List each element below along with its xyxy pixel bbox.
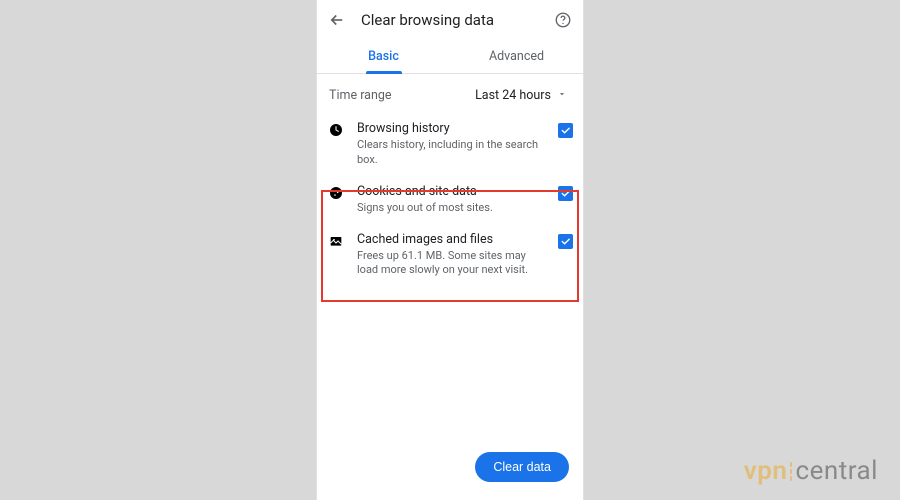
bottom-bar: Clear data xyxy=(317,442,583,500)
tab-label: Advanced xyxy=(489,49,544,64)
brand-part1: vpn xyxy=(744,456,788,486)
page-title: Clear browsing data xyxy=(361,11,539,29)
image-icon xyxy=(325,232,347,249)
options-list: Browsing history Clears history, includi… xyxy=(317,113,583,286)
tab-label: Basic xyxy=(368,49,399,64)
checkbox-cookies[interactable] xyxy=(558,186,573,201)
time-range-selector[interactable]: Time range Last 24 hours xyxy=(317,74,583,113)
option-description: Signs you out of most sites. xyxy=(357,201,548,216)
clock-icon xyxy=(325,121,347,138)
clear-data-button[interactable]: Clear data xyxy=(475,452,569,482)
app-bar: Clear browsing data xyxy=(317,0,583,40)
checkbox-cache[interactable] xyxy=(558,234,573,249)
option-description: Clears history, including in the search … xyxy=(357,138,548,168)
cookie-icon xyxy=(325,184,347,201)
help-icon xyxy=(554,11,572,29)
brand-part2: central xyxy=(795,456,878,486)
brand-separator-icon xyxy=(790,462,792,481)
option-browsing-history[interactable]: Browsing history Clears history, includi… xyxy=(321,113,579,176)
tab-basic[interactable]: Basic xyxy=(317,40,450,73)
help-button[interactable] xyxy=(553,10,573,30)
time-range-label: Time range xyxy=(329,88,475,103)
option-cookies[interactable]: Cookies and site data Signs you out of m… xyxy=(321,176,579,224)
tab-advanced[interactable]: Advanced xyxy=(450,40,583,73)
back-button[interactable] xyxy=(327,10,347,30)
check-icon xyxy=(560,188,571,199)
clear-browsing-data-screen: Clear browsing data Basic Advanced Time … xyxy=(316,0,584,500)
checkbox-browsing-history[interactable] xyxy=(558,123,573,138)
option-title: Cookies and site data xyxy=(357,184,548,199)
option-title: Cached images and files xyxy=(357,232,548,247)
check-icon xyxy=(560,236,571,247)
chevron-down-icon xyxy=(557,88,567,103)
option-cache[interactable]: Cached images and files Frees up 61.1 MB… xyxy=(321,224,579,287)
option-description: Frees up 61.1 MB. Some sites may load mo… xyxy=(357,249,548,279)
check-icon xyxy=(560,125,571,136)
watermark-logo: vpn central xyxy=(744,456,878,486)
arrow-left-icon xyxy=(328,11,346,29)
tab-bar: Basic Advanced xyxy=(317,40,583,74)
time-range-value: Last 24 hours xyxy=(475,88,551,103)
option-title: Browsing history xyxy=(357,121,548,136)
